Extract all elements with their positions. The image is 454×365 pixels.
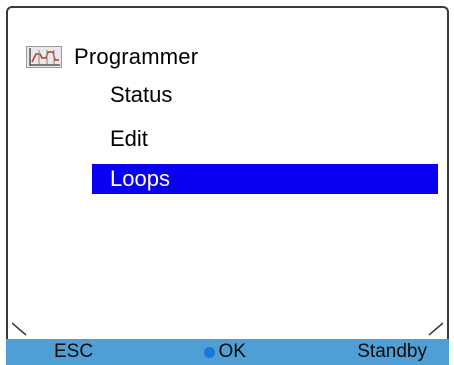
standby-label: Standby — [357, 341, 427, 362]
menu-item-label: Edit — [110, 126, 148, 151]
lcd-screen: Programmer Status Edit Loops — [6, 6, 449, 339]
ok-dot-icon — [204, 346, 216, 358]
menu-header: Programmer — [26, 44, 198, 70]
device-display: Programmer Status Edit Loops ESC OK Stan… — [0, 0, 454, 365]
corner-mark-left — [12, 322, 27, 336]
menu-item-label: Status — [110, 82, 173, 107]
menu-item-status[interactable]: Status — [92, 80, 438, 110]
standby-softkey[interactable]: Standby — [357, 341, 427, 363]
ok-softkey[interactable]: OK — [204, 341, 246, 363]
menu-item-edit[interactable]: Edit — [92, 124, 438, 154]
page-title: Programmer — [74, 44, 199, 69]
corner-mark-right — [428, 322, 443, 336]
softkey-bar: ESC OK Standby — [6, 339, 449, 365]
menu-item-loops[interactable]: Loops — [92, 164, 438, 194]
menu-item-label: Loops — [110, 166, 170, 191]
programmer-chart-icon — [26, 46, 62, 68]
ok-label: OK — [218, 341, 246, 362]
esc-softkey[interactable]: ESC — [54, 341, 93, 363]
esc-label: ESC — [54, 341, 94, 362]
